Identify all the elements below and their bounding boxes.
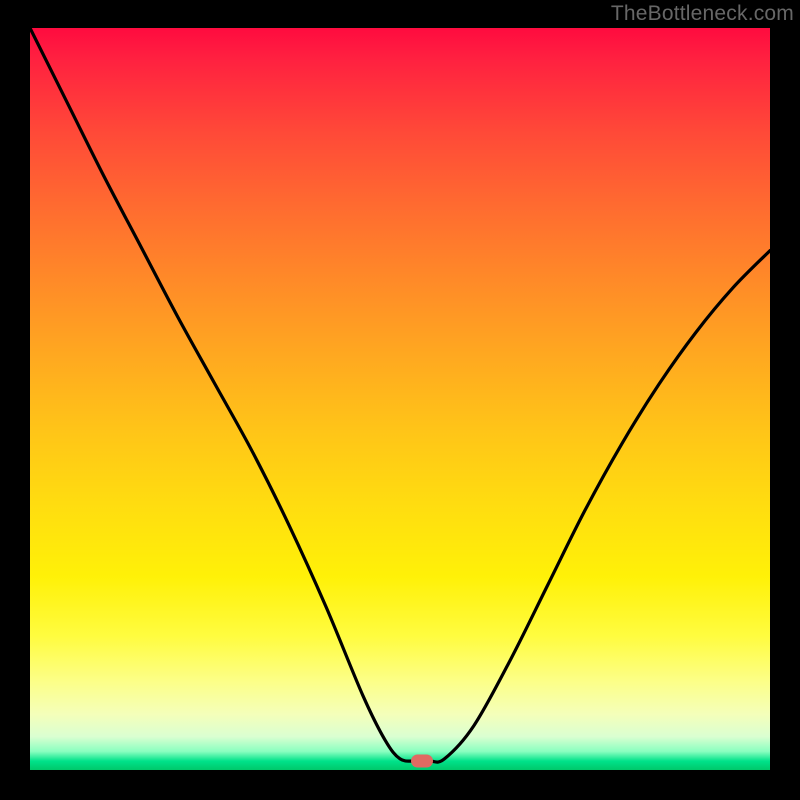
bottleneck-curve — [30, 28, 770, 762]
chart-frame: TheBottleneck.com — [0, 0, 800, 800]
plot-area — [30, 28, 770, 770]
watermark-text: TheBottleneck.com — [611, 2, 794, 26]
curve-layer — [30, 28, 770, 770]
optimal-point-marker — [411, 755, 433, 768]
